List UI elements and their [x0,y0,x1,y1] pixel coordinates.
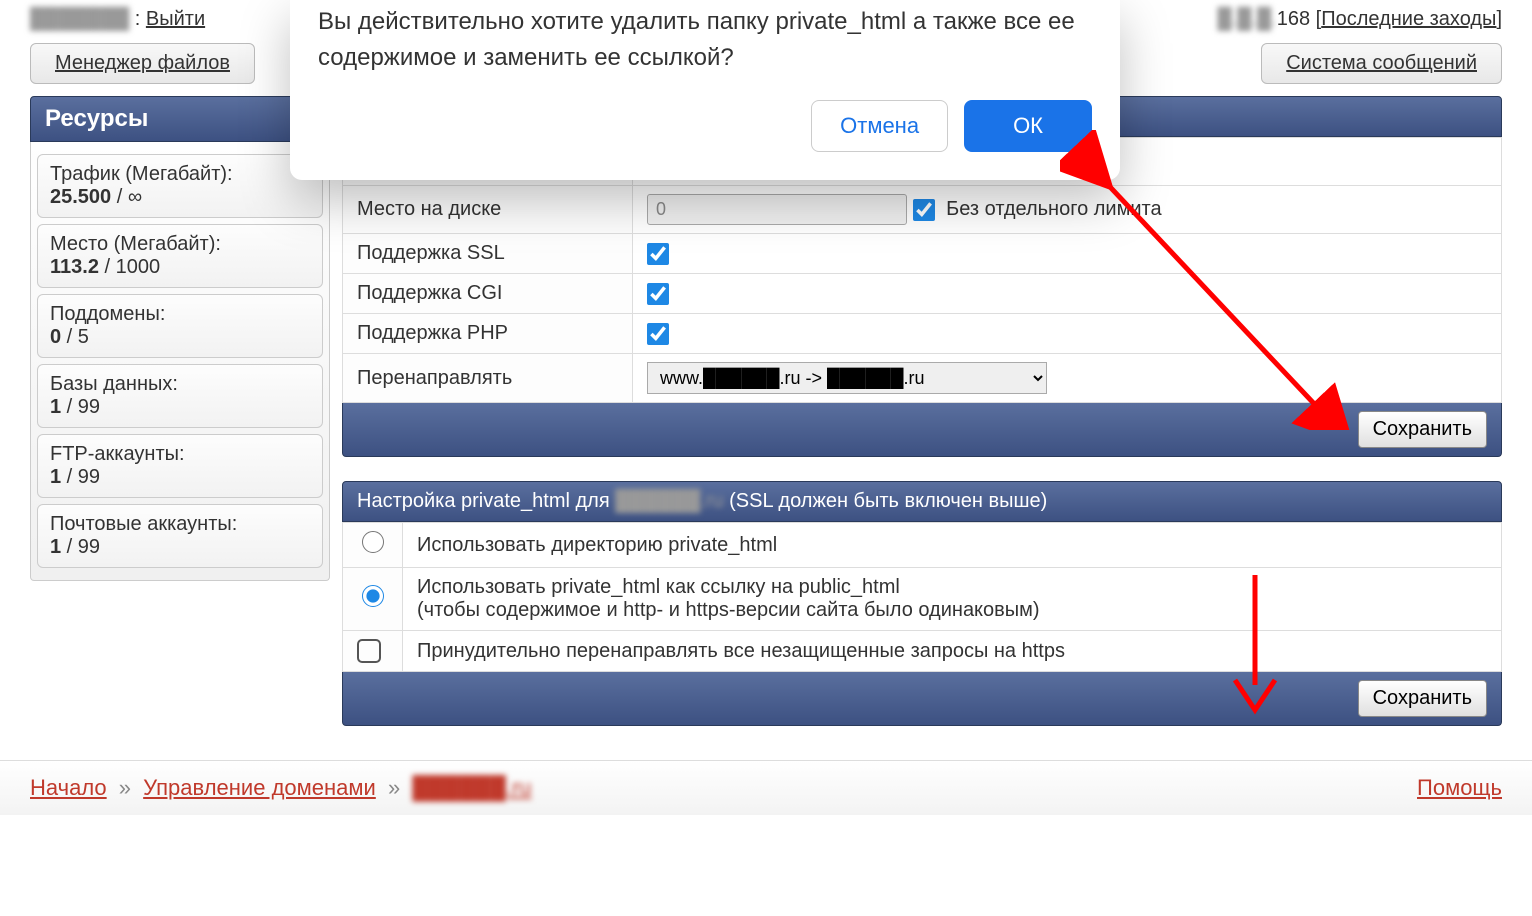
stat-mail: Почтовые аккаунты: 1 / 99 [37,504,323,568]
save-private-html-button[interactable]: Сохранить [1358,680,1487,717]
disk-input[interactable] [647,194,907,225]
save-settings-button[interactable]: Сохранить [1358,411,1487,448]
help-link[interactable]: Помощь [1417,775,1502,801]
disk-nolimit-label: Без отдельного лимита [946,198,1161,220]
stat-databases: Базы данных: 1 / 99 [37,364,323,428]
resources-header: Ресурсы [30,96,330,142]
private-html-radio-dir[interactable] [362,531,384,553]
redirect-select[interactable]: www.██████.ru -> ██████.ru [647,362,1047,394]
breadcrumb-current[interactable]: ██████.ru [412,775,531,801]
confirm-dialog: Вы действительно хотите удалить папку pr… [290,0,1120,180]
messages-button[interactable]: Система сообщений [1261,43,1502,84]
breadcrumb-domains[interactable]: Управление доменами [143,775,376,800]
user-area: ███████ : Выйти [30,8,205,31]
last-logins-link[interactable]: Последние заходы [1321,8,1496,30]
php-label: Поддержка PHP [343,314,633,354]
private-html-radio-symlink[interactable] [362,585,384,607]
breadcrumb-home[interactable]: Начало [30,775,107,800]
file-manager-button[interactable]: Менеджер файлов [30,43,255,84]
php-checkbox[interactable] [647,323,669,345]
stat-subdomains: Поддомены: 0 / 5 [37,294,323,358]
dialog-ok-button[interactable]: ОК [964,100,1092,152]
ip-area: █.█.█.168 [Последние заходы] [1218,8,1502,31]
stat-disk: Место (Мегабайт): 113.2 / 1000 [37,224,323,288]
private-html-header: Настройка private_html для ██████.ru (SS… [342,481,1502,522]
ssl-label: Поддержка SSL [343,234,633,274]
private-html-opt1: Использовать директорию private_html [403,523,1502,568]
force-https-checkbox[interactable] [357,639,381,663]
stat-traffic: Трафик (Мегабайт): 25.500 / ∞ [37,154,323,218]
username-blurred: ███████ [30,8,129,31]
disk-label: Место на диске [343,186,633,234]
redirect-label: Перенаправлять [343,354,633,403]
breadcrumb: Начало » Управление доменами » ██████.ru [30,775,532,801]
ssl-checkbox[interactable] [647,243,669,265]
private-html-opt2: Использовать private_html как ссылку на … [403,568,1502,631]
cgi-label: Поддержка CGI [343,274,633,314]
confirm-dialog-text: Вы действительно хотите удалить папку pr… [318,0,1092,76]
cgi-checkbox[interactable] [647,283,669,305]
logout-link[interactable]: Выйти [146,8,205,30]
force-https-label: Принудительно перенаправлять все незащищ… [403,631,1502,672]
stat-ftp: FTP-аккаунты: 1 / 99 [37,434,323,498]
disk-nolimit-checkbox[interactable] [913,199,935,221]
dialog-cancel-button[interactable]: Отмена [811,100,948,152]
